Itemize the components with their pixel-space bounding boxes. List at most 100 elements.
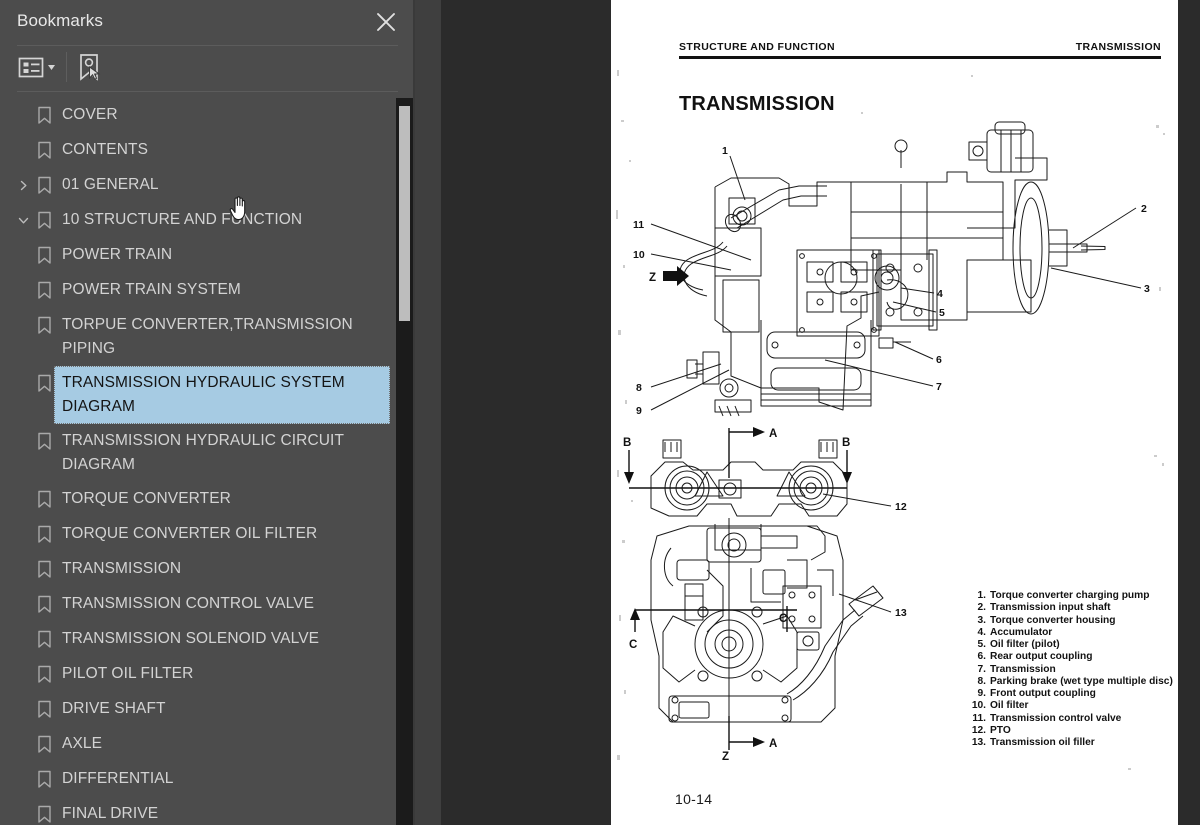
bookmark-icon <box>34 98 54 133</box>
bookmark-label: TRANSMISSION <box>62 560 182 577</box>
bookmark-item[interactable]: DIFFERENTIAL <box>0 762 396 797</box>
bookmark-label: POWER TRAIN SYSTEM <box>62 281 241 298</box>
section-mark-b-right: B <box>842 437 850 449</box>
bookmark-label: 10 STRUCTURE AND FUNCTION <box>62 211 303 228</box>
sidebar-collapse-gutter[interactable] <box>415 0 847 825</box>
legend-number: 3. <box>977 614 987 626</box>
legend-text: Rear output coupling <box>990 651 1093 663</box>
callout-13: 13 <box>895 607 907 619</box>
bookmark-icon <box>34 203 54 238</box>
callout-11: 11 <box>633 219 644 231</box>
bookmark-item[interactable]: PILOT OIL FILTER <box>0 657 396 692</box>
bookmark-item[interactable]: CONTENTS <box>0 133 396 168</box>
bookmark-label: PILOT OIL FILTER <box>62 665 194 682</box>
toolbar-divider-line <box>17 91 398 92</box>
pdf-reader-window: Bookmarks COVER CONTENTS 01 GENERAL 10 S… <box>0 0 1200 825</box>
pdf-page[interactable]: STRUCTURE AND FUNCTION TRANSMISSION TRAN… <box>611 0 1178 825</box>
section-mark-c-right: C <box>779 613 787 625</box>
bookmarks-scrollbar-thumb[interactable] <box>399 106 410 321</box>
bookmark-label: 01 GENERAL <box>62 176 159 193</box>
legend-number: 6. <box>977 651 987 663</box>
transmission-top-view-drawing: A A B B C C Z 12 13 <box>611 420 1011 763</box>
bookmark-icon <box>34 238 54 273</box>
bookmark-item[interactable]: TRANSMISSION SOLENOID VALVE <box>0 622 396 657</box>
new-bookmark-icon[interactable] <box>76 53 104 83</box>
panel-title: Bookmarks <box>17 11 103 30</box>
bookmark-icon <box>34 273 54 308</box>
chevron-right-icon[interactable] <box>12 168 34 203</box>
callout-6: 6 <box>936 354 942 366</box>
legend-row: 9. Front output coupling <box>966 688 1178 700</box>
bookmark-icon <box>34 552 54 587</box>
expander-spacer <box>12 133 34 168</box>
running-head-rule <box>679 56 1161 59</box>
legend-row: 3. Torque converter housing <box>966 615 1178 627</box>
running-head-right: TRANSMISSION <box>1075 41 1161 53</box>
bookmark-item[interactable]: 10 STRUCTURE AND FUNCTION <box>0 203 396 238</box>
legend-row: 13. Transmission oil filler <box>966 737 1178 749</box>
transmission-side-view-drawing: 1 2 3 4 5 6 7 8 9 10 11 Z <box>611 120 1178 420</box>
bookmark-label: COVER <box>62 106 118 123</box>
callout-3: 3 <box>1144 283 1150 295</box>
bookmark-label: DRIVE SHAFT <box>62 700 166 717</box>
legend-text: PTO <box>990 724 1011 736</box>
list-options-icon[interactable] <box>18 55 60 81</box>
bookmark-icon <box>34 482 54 517</box>
bookmark-item[interactable]: DRIVE SHAFT <box>0 692 396 727</box>
bookmark-label: TORQUE CONVERTER OIL FILTER <box>62 525 318 542</box>
legend-text: Transmission input shaft <box>990 602 1111 614</box>
section-mark-a-bottom: A <box>769 738 777 750</box>
bookmark-icon <box>34 308 54 343</box>
bookmark-item[interactable]: AXLE <box>0 727 396 762</box>
callout-1: 1 <box>722 145 728 157</box>
legend-text: Torque converter charging pump <box>990 590 1150 601</box>
page-title: TRANSMISSION <box>679 93 835 115</box>
bookmark-item[interactable]: FINAL DRIVE <box>0 797 396 825</box>
bookmark-icon <box>34 797 54 825</box>
legend-number: 9. <box>977 688 987 699</box>
chevron-down-icon[interactable] <box>12 203 34 238</box>
bookmark-icon <box>34 168 54 203</box>
callout-5: 5 <box>939 307 945 319</box>
callout-9: 9 <box>636 405 642 417</box>
bookmark-label: TRANSMISSION SOLENOID VALVE <box>62 630 320 647</box>
bookmarks-toolbar <box>0 46 415 91</box>
legend-text: Transmission <box>990 663 1056 675</box>
legend-number: 4. <box>977 626 987 638</box>
bookmark-label: TORPUE CONVERTER,TRANSMISSION PIPING <box>62 316 353 357</box>
bookmark-item[interactable]: TRANSMISSION HYDRAULIC SYSTEM DIAGRAM <box>0 366 396 424</box>
bookmark-label: DIFFERENTIAL <box>62 770 174 787</box>
bookmark-item[interactable]: TORQUE CONVERTER <box>0 482 396 517</box>
bookmark-tree[interactable]: COVER CONTENTS 01 GENERAL 10 STRUCTURE AND … <box>0 98 396 825</box>
bookmark-item[interactable]: TORQUE CONVERTER OIL FILTER <box>0 517 396 552</box>
legend-row: 1. Torque converter charging pump <box>966 590 1178 602</box>
bookmark-item[interactable]: POWER TRAIN SYSTEM <box>0 273 396 308</box>
legend-row: 12. PTO <box>966 725 1178 737</box>
legend-row: 7. Transmission <box>966 664 1178 676</box>
expander-spacer <box>12 98 34 133</box>
legend-number: 10. <box>971 700 986 712</box>
close-icon[interactable] <box>375 11 397 33</box>
legend-row: 11. Transmission control valve <box>966 713 1178 725</box>
legend-text: Oil filter <box>990 700 1029 712</box>
legend-text: Torque converter housing <box>990 614 1116 626</box>
bookmarks-scrollbar-track[interactable] <box>396 98 413 825</box>
bookmark-icon <box>34 762 54 797</box>
callout-8: 8 <box>636 382 642 394</box>
bookmark-item[interactable]: POWER TRAIN <box>0 238 396 273</box>
bookmark-item[interactable]: TRANSMISSION CONTROL VALVE <box>0 587 396 622</box>
bookmark-item[interactable]: TRANSMISSION HYDRAULIC CIRCUIT DIAGRAM <box>0 424 396 482</box>
bookmark-item[interactable]: TORPUE CONVERTER,TRANSMISSION PIPING <box>0 308 396 366</box>
page-right-margin <box>1178 0 1200 825</box>
bookmark-icon <box>34 727 54 762</box>
legend-number: 13. <box>971 737 986 748</box>
section-mark-b-left: B <box>623 437 631 449</box>
bookmark-item[interactable]: TRANSMISSION <box>0 552 396 587</box>
bookmark-icon <box>34 657 54 692</box>
bookmark-item[interactable]: 01 GENERAL <box>0 168 396 203</box>
legend-number: 5. <box>977 639 987 650</box>
bookmark-label: TORQUE CONVERTER <box>62 490 231 507</box>
bookmark-item[interactable]: COVER <box>0 98 396 133</box>
section-mark-a-top: A <box>769 428 777 440</box>
bookmark-icon <box>34 424 54 459</box>
